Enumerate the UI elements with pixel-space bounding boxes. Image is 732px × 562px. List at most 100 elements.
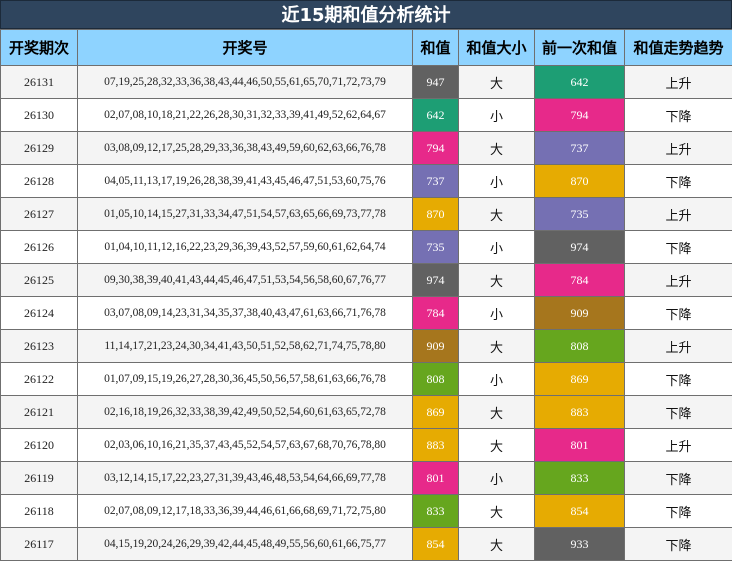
numbers-cell: 04,15,19,20,24,26,29,39,42,44,45,48,49,5… xyxy=(77,527,413,561)
previous-sum-cell: 801 xyxy=(534,428,625,462)
previous-sum-cell: 735 xyxy=(534,197,625,231)
sum-size-cell: 大 xyxy=(458,65,535,99)
issue-cell: 26124 xyxy=(0,296,78,330)
sum-cell: 735 xyxy=(412,230,459,264)
issue-cell: 26126 xyxy=(0,230,78,264)
header-issue: 开奖期次 xyxy=(0,29,78,66)
stats-panel: 近15期和值分析统计 开奖期次 开奖号 和值 和值大小 前一次和值 和值走势趋势… xyxy=(0,0,732,562)
trend-cell: 下降 xyxy=(624,164,732,198)
previous-sum-cell: 909 xyxy=(534,296,625,330)
sum-cell: 974 xyxy=(412,263,459,297)
header-sum: 和值 xyxy=(412,29,459,66)
numbers-cell: 11,14,17,21,23,24,30,34,41,43,50,51,52,5… xyxy=(77,329,413,363)
trend-cell: 下降 xyxy=(624,461,732,495)
sum-cell: 854 xyxy=(412,527,459,561)
table-row: 26126 01,04,10,11,12,16,22,23,29,36,39,43… xyxy=(0,230,732,264)
sum-cell: 909 xyxy=(412,329,459,363)
table-row: 26130 02,07,08,10,18,21,22,26,28,30,31,32… xyxy=(0,98,732,132)
issue-cell: 26123 xyxy=(0,329,78,363)
numbers-cell: 03,07,08,09,14,23,31,34,35,37,38,40,43,4… xyxy=(77,296,413,330)
trend-cell: 下降 xyxy=(624,527,732,561)
previous-sum-cell: 883 xyxy=(534,395,625,429)
sum-size-cell: 小 xyxy=(458,296,535,330)
table-row: 26129 03,08,09,12,17,25,28,29,33,36,38,43… xyxy=(0,131,732,165)
table-row: 26123 11,14,17,21,23,24,30,34,41,43,50,51… xyxy=(0,329,732,363)
trend-cell: 下降 xyxy=(624,230,732,264)
table-row: 26118 02,07,08,09,12,17,18,33,36,39,44,46… xyxy=(0,494,732,528)
trend-cell: 下降 xyxy=(624,494,732,528)
previous-sum-cell: 737 xyxy=(534,131,625,165)
previous-sum-cell: 974 xyxy=(534,230,625,264)
trend-cell: 上升 xyxy=(624,131,732,165)
numbers-cell: 01,04,10,11,12,16,22,23,29,36,39,43,52,5… xyxy=(77,230,413,264)
sum-cell: 642 xyxy=(412,98,459,132)
table-title: 近15期和值分析统计 xyxy=(0,0,732,29)
sum-size-cell: 小 xyxy=(458,230,535,264)
issue-cell: 26131 xyxy=(0,65,78,99)
issue-cell: 26130 xyxy=(0,98,78,132)
sum-size-cell: 大 xyxy=(458,527,535,561)
trend-cell: 上升 xyxy=(624,197,732,231)
sum-size-cell: 大 xyxy=(458,131,535,165)
previous-sum-cell: 869 xyxy=(534,362,625,396)
issue-cell: 26127 xyxy=(0,197,78,231)
numbers-cell: 02,07,08,09,12,17,18,33,36,39,44,46,61,6… xyxy=(77,494,413,528)
trend-cell: 上升 xyxy=(624,65,732,99)
sum-cell: 794 xyxy=(412,131,459,165)
table-row: 26120 02,03,06,10,16,21,35,37,43,45,52,54… xyxy=(0,428,732,462)
issue-cell: 26129 xyxy=(0,131,78,165)
issue-cell: 26118 xyxy=(0,494,78,528)
trend-cell: 下降 xyxy=(624,98,732,132)
previous-sum-cell: 794 xyxy=(534,98,625,132)
table-row: 26122 01,07,09,15,19,26,27,28,30,36,45,50… xyxy=(0,362,732,396)
table-row: 26119 03,12,14,15,17,22,23,27,31,39,43,46… xyxy=(0,461,732,495)
sum-cell: 808 xyxy=(412,362,459,396)
issue-cell: 26125 xyxy=(0,263,78,297)
numbers-cell: 02,07,08,10,18,21,22,26,28,30,31,32,33,3… xyxy=(77,98,413,132)
previous-sum-cell: 933 xyxy=(534,527,625,561)
issue-cell: 26128 xyxy=(0,164,78,198)
previous-sum-cell: 833 xyxy=(534,461,625,495)
table-body: 26131 07,19,25,28,32,33,36,38,43,44,46,50… xyxy=(0,65,732,561)
trend-cell: 上升 xyxy=(624,428,732,462)
previous-sum-cell: 870 xyxy=(534,164,625,198)
table-row: 26117 04,15,19,20,24,26,29,39,42,44,45,48… xyxy=(0,527,732,561)
sum-cell: 833 xyxy=(412,494,459,528)
table-row: 26124 03,07,08,09,14,23,31,34,35,37,38,40… xyxy=(0,296,732,330)
previous-sum-cell: 784 xyxy=(534,263,625,297)
sum-size-cell: 大 xyxy=(458,263,535,297)
issue-cell: 26120 xyxy=(0,428,78,462)
issue-cell: 26119 xyxy=(0,461,78,495)
sum-size-cell: 小 xyxy=(458,98,535,132)
numbers-cell: 04,05,11,13,17,19,26,28,38,39,41,43,45,4… xyxy=(77,164,413,198)
header-trend: 和值走势趋势 xyxy=(624,29,732,66)
sum-size-cell: 小 xyxy=(458,362,535,396)
table-row: 26128 04,05,11,13,17,19,26,28,38,39,41,43… xyxy=(0,164,732,198)
sum-size-cell: 小 xyxy=(458,164,535,198)
numbers-cell: 02,16,18,19,26,32,33,38,39,42,49,50,52,5… xyxy=(77,395,413,429)
sum-size-cell: 小 xyxy=(458,461,535,495)
trend-cell: 上升 xyxy=(624,263,732,297)
header-previous-sum: 前一次和值 xyxy=(534,29,625,66)
previous-sum-cell: 808 xyxy=(534,329,625,363)
header-numbers: 开奖号 xyxy=(77,29,413,66)
issue-cell: 26121 xyxy=(0,395,78,429)
numbers-cell: 01,05,10,14,15,27,31,33,34,47,51,54,57,6… xyxy=(77,197,413,231)
trend-cell: 上升 xyxy=(624,329,732,363)
sum-size-cell: 大 xyxy=(458,428,535,462)
header-sum-size: 和值大小 xyxy=(458,29,535,66)
numbers-cell: 03,12,14,15,17,22,23,27,31,39,43,46,48,5… xyxy=(77,461,413,495)
sum-cell: 784 xyxy=(412,296,459,330)
numbers-cell: 07,19,25,28,32,33,36,38,43,44,46,50,55,6… xyxy=(77,65,413,99)
sum-cell: 947 xyxy=(412,65,459,99)
trend-cell: 下降 xyxy=(624,296,732,330)
trend-cell: 下降 xyxy=(624,395,732,429)
issue-cell: 26117 xyxy=(0,527,78,561)
sum-cell: 870 xyxy=(412,197,459,231)
sum-cell: 801 xyxy=(412,461,459,495)
previous-sum-cell: 854 xyxy=(534,494,625,528)
numbers-cell: 09,30,38,39,40,41,43,44,45,46,47,51,53,5… xyxy=(77,263,413,297)
sum-cell: 883 xyxy=(412,428,459,462)
table-row: 26125 09,30,38,39,40,41,43,44,45,46,47,51… xyxy=(0,263,732,297)
sum-size-cell: 大 xyxy=(458,395,535,429)
